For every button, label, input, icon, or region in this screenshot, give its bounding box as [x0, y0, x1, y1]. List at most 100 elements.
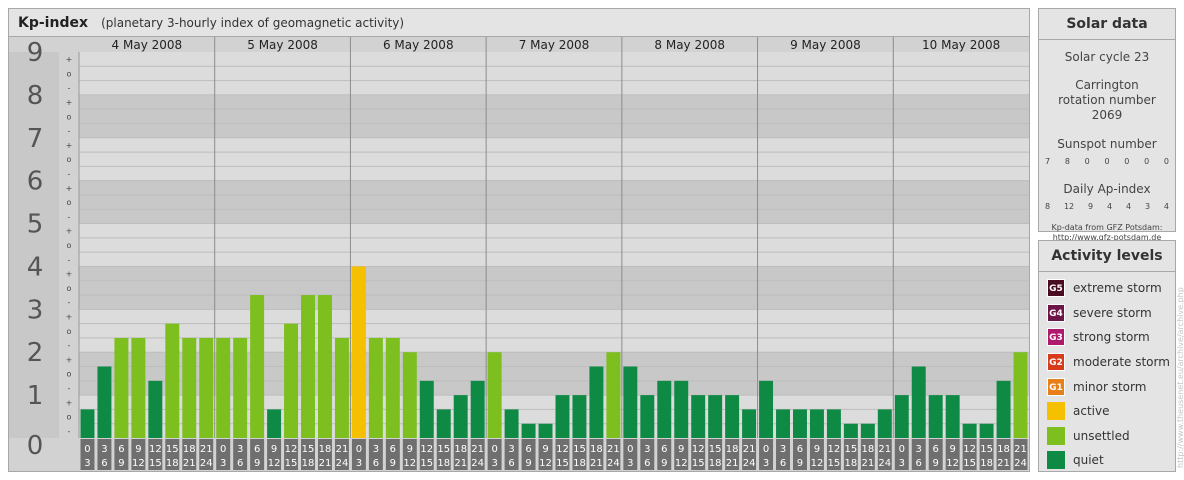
kp-band-3 — [79, 266, 1029, 310]
chart-subtitle: (planetary 3-hourly index of geomagnetic… — [101, 16, 405, 30]
time-end-label: 24 — [743, 458, 756, 469]
time-start-label: 15 — [302, 444, 315, 455]
kp-bar — [250, 295, 265, 438]
time-end-label: 24 — [878, 458, 891, 469]
time-start-label: 15 — [845, 444, 858, 455]
time-start-label: 6 — [390, 444, 396, 455]
time-end-label: 12 — [403, 458, 416, 469]
time-end-label: 6 — [644, 458, 650, 469]
sunspot-value: 0 — [1084, 157, 1090, 166]
day-label: 9 May 2008 — [790, 38, 861, 52]
y-minor-mark: + — [66, 398, 73, 407]
time-end-label: 6 — [508, 458, 514, 469]
kp-bar — [182, 337, 197, 438]
kp-bar — [80, 409, 95, 438]
legend-swatch: G3 — [1047, 328, 1065, 347]
time-start-label: 6 — [525, 444, 531, 455]
time-end-label: 9 — [933, 458, 939, 469]
legend-swatch: G2 — [1047, 353, 1065, 372]
y-minor-mark: o — [67, 284, 72, 293]
activity-legend: G5 extreme storm G4 severe storm G3 strong st… — [1039, 272, 1175, 473]
time-start-label: 9 — [271, 444, 277, 455]
kp-bar — [419, 380, 434, 438]
kp-band-6 — [79, 137, 1029, 181]
kp-bar — [453, 395, 468, 438]
solar-data-panel: Solar data Solar cycle 23 Carrington rot… — [1038, 8, 1176, 242]
legend-swatch — [1047, 402, 1065, 421]
y-minor-mark: - — [68, 341, 71, 350]
sunspot-value: 0 — [1144, 157, 1150, 166]
legend-item: unsettled — [1039, 424, 1175, 449]
time-start-label: 0 — [763, 444, 769, 455]
time-end-label: 9 — [254, 458, 260, 469]
kp-bar — [606, 352, 621, 438]
time-start-label: 15 — [980, 444, 993, 455]
y-minor-mark: - — [68, 427, 71, 436]
time-start-label: 21 — [336, 444, 349, 455]
kp-bar — [216, 337, 231, 438]
day-label: 6 May 2008 — [383, 38, 454, 52]
time-start-label: 21 — [471, 444, 484, 455]
time-end-label: 9 — [661, 458, 667, 469]
kp-bar — [640, 395, 655, 438]
kp-bar — [521, 423, 536, 438]
time-start-label: 3 — [101, 444, 107, 455]
time-start-label: 9 — [949, 444, 955, 455]
y-minor-mark: - — [68, 84, 71, 93]
day-label: 5 May 2008 — [247, 38, 318, 52]
time-start-label: 21 — [1014, 444, 1027, 455]
time-end-label: 6 — [780, 458, 786, 469]
time-start-label: 18 — [454, 444, 467, 455]
kp-bar — [165, 323, 180, 438]
kp-bar — [742, 409, 757, 438]
time-start-label: 15 — [573, 444, 586, 455]
activity-levels-title: Activity levels — [1039, 241, 1175, 272]
y-tick-label: 9 — [27, 38, 44, 68]
kp-bar — [555, 395, 570, 438]
kp-bar — [945, 395, 960, 438]
y-minor-mark: + — [66, 184, 73, 193]
ap-values: 8 12 9 4 4 3 4 — [1039, 202, 1175, 211]
sunspot-value: 0 — [1163, 157, 1169, 166]
time-end-label: 18 — [437, 458, 450, 469]
solar-cycle: Solar cycle 23 — [1064, 50, 1150, 64]
ap-value: 3 — [1144, 202, 1151, 211]
time-start-label: 12 — [963, 444, 976, 455]
time-end-label: 12 — [946, 458, 959, 469]
time-start-label: 18 — [726, 444, 739, 455]
time-start-label: 12 — [692, 444, 705, 455]
time-start-label: 0 — [899, 444, 905, 455]
y-minor-mark: - — [68, 127, 71, 136]
kp-bar — [97, 366, 112, 438]
kp-bar — [623, 366, 638, 438]
time-start-label: 21 — [200, 444, 213, 455]
source-line-1: Kp-data from GFZ Potsdam: — [1051, 223, 1163, 232]
time-end-label: 15 — [149, 458, 162, 469]
y-tick-label: 5 — [27, 210, 44, 240]
legend-label: quiet — [1073, 453, 1104, 468]
y-minor-mark: + — [66, 98, 73, 107]
kp-band-7 — [79, 94, 1029, 138]
legend-label: strong storm — [1073, 330, 1150, 345]
time-end-label: 21 — [861, 458, 874, 469]
kp-bar — [267, 409, 282, 438]
kp-bar — [572, 395, 587, 438]
sunspot-value: 8 — [1064, 157, 1070, 166]
time-end-label: 24 — [336, 458, 349, 469]
time-end-label: 18 — [845, 458, 858, 469]
y-tick-label: 8 — [27, 81, 44, 111]
ap-value: 8 — [1045, 202, 1051, 211]
time-start-label: 9 — [542, 444, 548, 455]
kp-bar — [843, 423, 858, 438]
kp-bar — [402, 352, 417, 438]
kp-bar — [894, 395, 909, 438]
y-minor-mark: - — [68, 170, 71, 179]
kp-bar — [301, 295, 316, 438]
kp-bar — [233, 337, 248, 438]
kp-bar — [318, 295, 332, 438]
day-label: 7 May 2008 — [519, 38, 590, 52]
y-tick-label: 2 — [27, 338, 44, 368]
time-end-label: 18 — [573, 458, 586, 469]
kp-bar — [148, 380, 163, 438]
kp-band-8 — [79, 52, 1029, 95]
